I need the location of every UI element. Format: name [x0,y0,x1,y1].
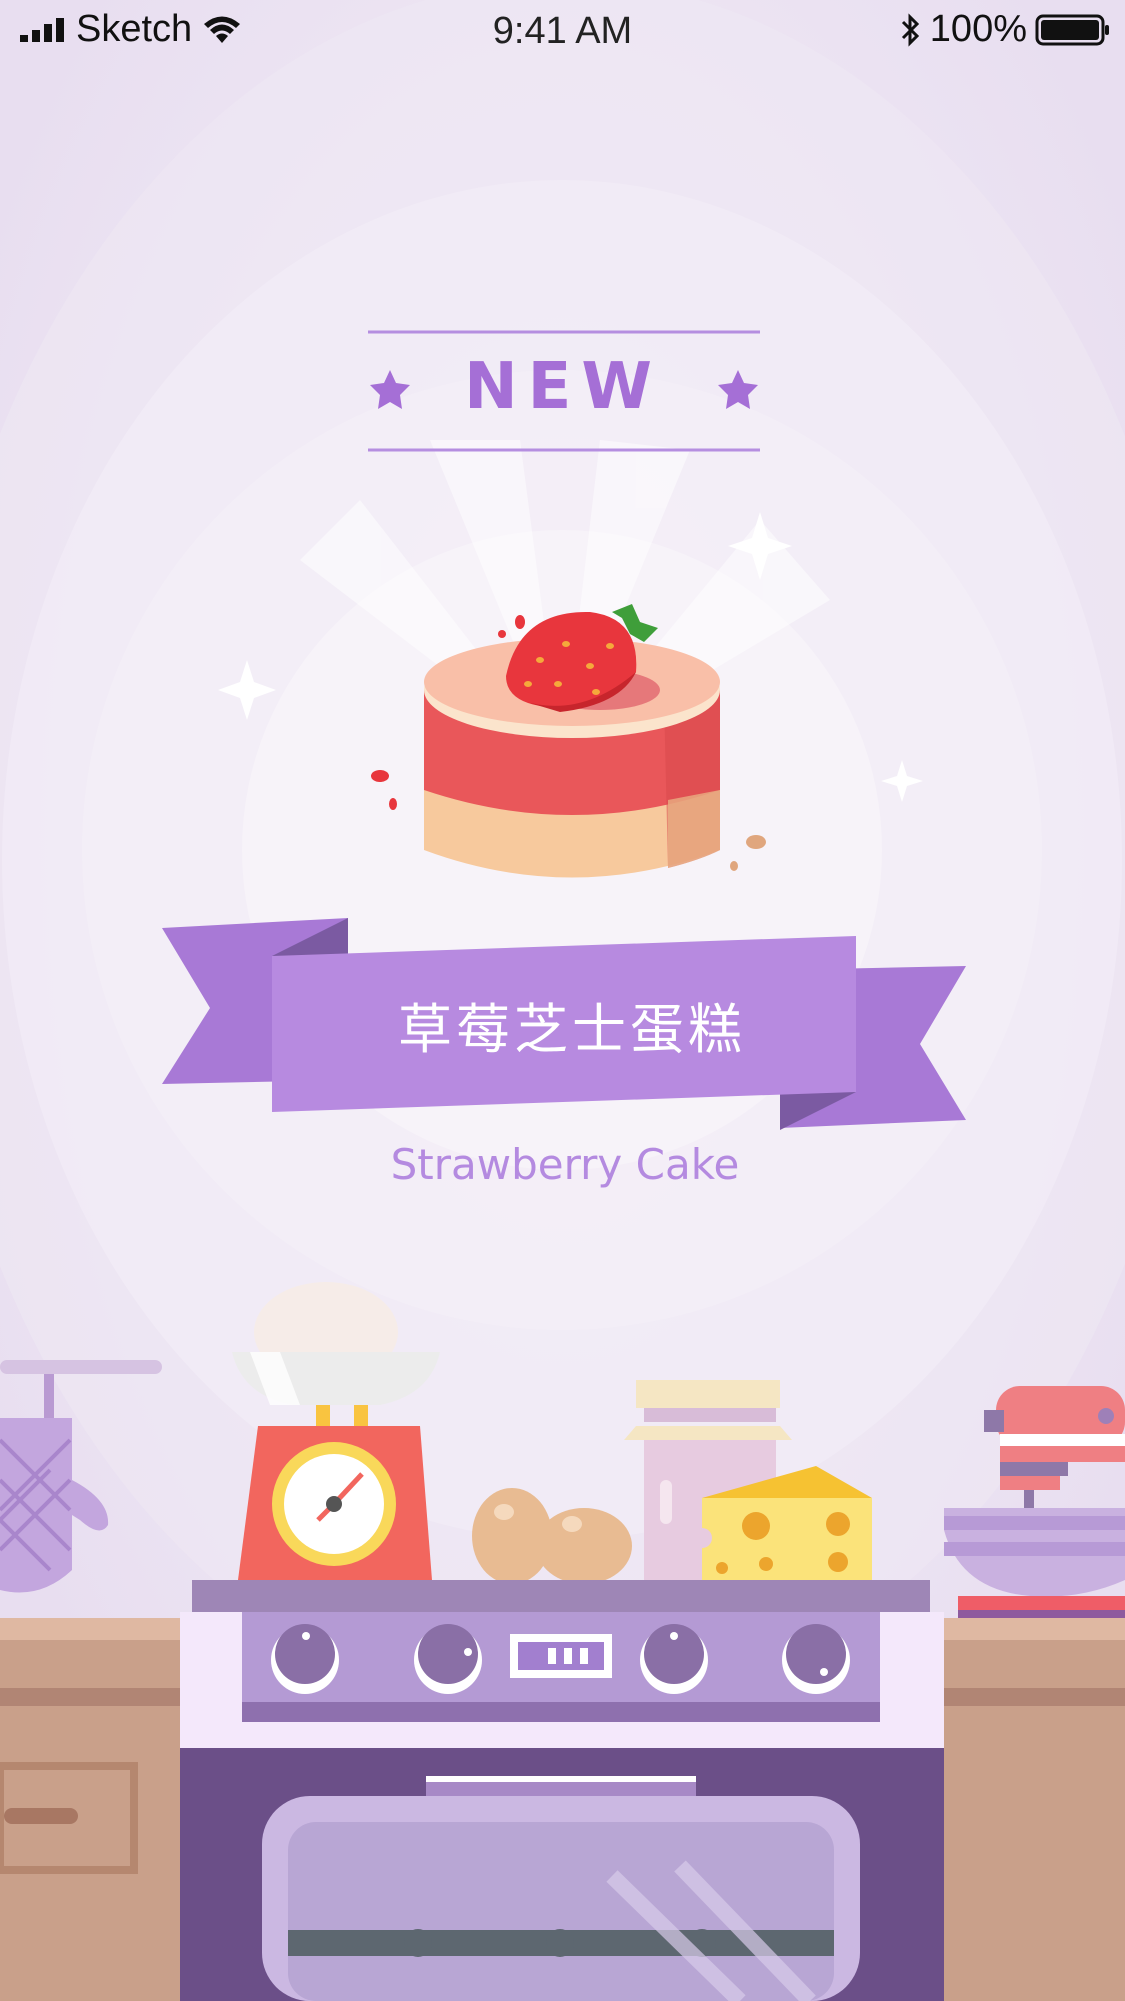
bluetooth-icon [901,12,919,47]
new-badge-label: NEW [464,350,662,424]
stove-illustration [180,1580,944,2001]
status-bar: Sketch 9:41 AM 100% [0,0,1125,64]
product-name-cn: 草莓芝士蛋糕 [398,998,746,1061]
counter-right [944,1618,1125,2001]
product-name-en: Strawberry Cake [390,1140,740,1189]
status-right: 100% [900,8,1111,51]
battery-percent: 100% [929,8,1027,50]
battery-icon [1035,14,1109,45]
